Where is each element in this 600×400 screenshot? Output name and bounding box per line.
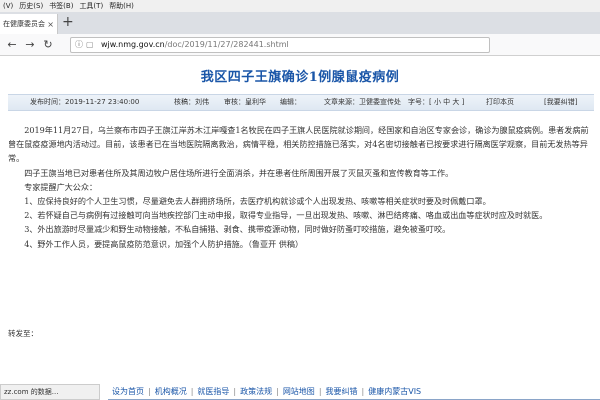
footer-separator: | — [148, 387, 151, 396]
address-bar[interactable]: ⓘ ▢ wjw.nmg.gov.cn/doc/2019/11/27/282441… — [70, 37, 490, 53]
paragraph: 1、应保持良好的个人卫生习惯，尽量避免去人群拥挤场所，去医疗机构就诊或个人出现发… — [24, 196, 491, 207]
font-size-selector[interactable]: 字号：[ 小 中 大 ] — [408, 95, 464, 110]
close-icon[interactable]: × — [47, 20, 54, 29]
lock-icon: ▢ — [86, 40, 94, 49]
footer-link-policy[interactable]: 政策法规 — [240, 387, 272, 396]
article-title: 我区四子王旗确诊1例腺鼠疫病例 — [200, 70, 400, 85]
paragraph: 4、野外工作人员，要提高鼠疫防范意识，加强个人防护措施。（鲁亚开 供稿） — [24, 238, 304, 249]
new-tab-icon[interactable]: + — [62, 14, 74, 30]
page-content: 我区四子王旗确诊1例腺鼠疫病例 发布时间：2019-11-27 23:40:00… — [0, 57, 600, 400]
paragraph: 3、外出旅游时尽量减少和野生动物接触，不私自捕猎、剥食、携带疫源动物，同时做好防… — [24, 224, 451, 235]
back-icon[interactable]: ← — [4, 37, 20, 53]
publish-time: 发布时间：2019-11-27 23:40:00 — [30, 98, 140, 106]
menu-view[interactable]: (V) — [0, 0, 16, 12]
paragraph: 专家提醒广大公众： — [24, 181, 98, 192]
print-button[interactable]: 打印本页 — [486, 95, 514, 110]
footer-link-sitemap[interactable]: 网站地图 — [283, 387, 315, 396]
article-editor: 编辑： — [280, 98, 301, 106]
article-source: 文章来源：卫健委宣传处 — [324, 98, 401, 106]
info-icon[interactable]: ⓘ — [75, 38, 83, 52]
footer-separator: | — [361, 387, 365, 396]
tab-bar: 在健康委员会 × — [0, 12, 600, 34]
tab-title: 在健康委员会 — [3, 20, 45, 28]
paragraph: 四子王旗当地已对患者住所及其周边牧户居住场所进行全面消杀，并在患者住所周围开展了… — [24, 167, 454, 178]
url-path: /doc/2019/11/27/282441.shtml — [164, 40, 289, 49]
report-error-button[interactable]: [我要纠错] — [544, 95, 577, 110]
browser-status-bar: zz.com 的数据... — [0, 384, 100, 400]
menu-help[interactable]: 帮助(H) — [106, 0, 137, 12]
footer-links: 设为首页 | 机构概况 | 就医指导 | 政策法规 | 网站地图 | 我要纠错 | 健康内蒙古VIS — [112, 386, 421, 397]
url-domain: wjw.nmg.gov.cn — [101, 40, 165, 49]
paragraph: 2019年11月27日，乌兰察布市四子王旗江岸苏木江岸嘎查1名牧民在四子王旗人民… — [8, 125, 589, 164]
menu-bookmarks[interactable]: 书签(B) — [46, 0, 76, 12]
article-author: 核稿：刘伟 — [174, 98, 209, 106]
menu-tools[interactable]: 工具(T) — [76, 0, 106, 12]
footer-link-home[interactable]: 设为首页 — [112, 387, 144, 396]
menu-history[interactable]: 历史(S) — [16, 0, 46, 12]
browser-tab[interactable]: 在健康委员会 × — [0, 14, 58, 34]
paragraph: 2、若怀疑自己与病例有过接触可向当地疾控部门主动申报，取得专业指导，一旦出现发热… — [24, 210, 548, 221]
footer-link-health-vis[interactable]: 健康内蒙古VIS — [368, 387, 421, 396]
navigation-bar: ← → ↻ ⓘ ▢ wjw.nmg.gov.cn/doc/2019/11/27/… — [0, 34, 600, 56]
share-label: 转发至： — [8, 329, 38, 338]
footer-separator: | — [190, 387, 194, 396]
footer-separator: | — [233, 387, 237, 396]
article-info-bar: 发布时间：2019-11-27 23:40:00 核稿：刘伟 审核：皇利华 编辑… — [8, 94, 594, 111]
footer-separator: | — [318, 387, 322, 396]
forward-icon[interactable]: → — [22, 37, 38, 53]
footer-link-about[interactable]: 机构概况 — [155, 387, 187, 396]
article-reviewer: 审核：皇利华 — [224, 98, 266, 106]
footer-separator: | — [276, 387, 279, 396]
footer-link-report-error[interactable]: 我要纠错 — [326, 387, 358, 396]
footer-link-medical-guide[interactable]: 就医指导 — [197, 387, 229, 396]
browser-menu-bar: (V) 历史(S) 书签(B) 工具(T) 帮助(H) — [0, 0, 600, 12]
reload-icon[interactable]: ↻ — [40, 37, 56, 53]
article-body: 2019年11月27日，乌兰察布市四子王旗江岸苏木江岸嘎查1名牧民在四子王旗人民… — [8, 123, 594, 251]
